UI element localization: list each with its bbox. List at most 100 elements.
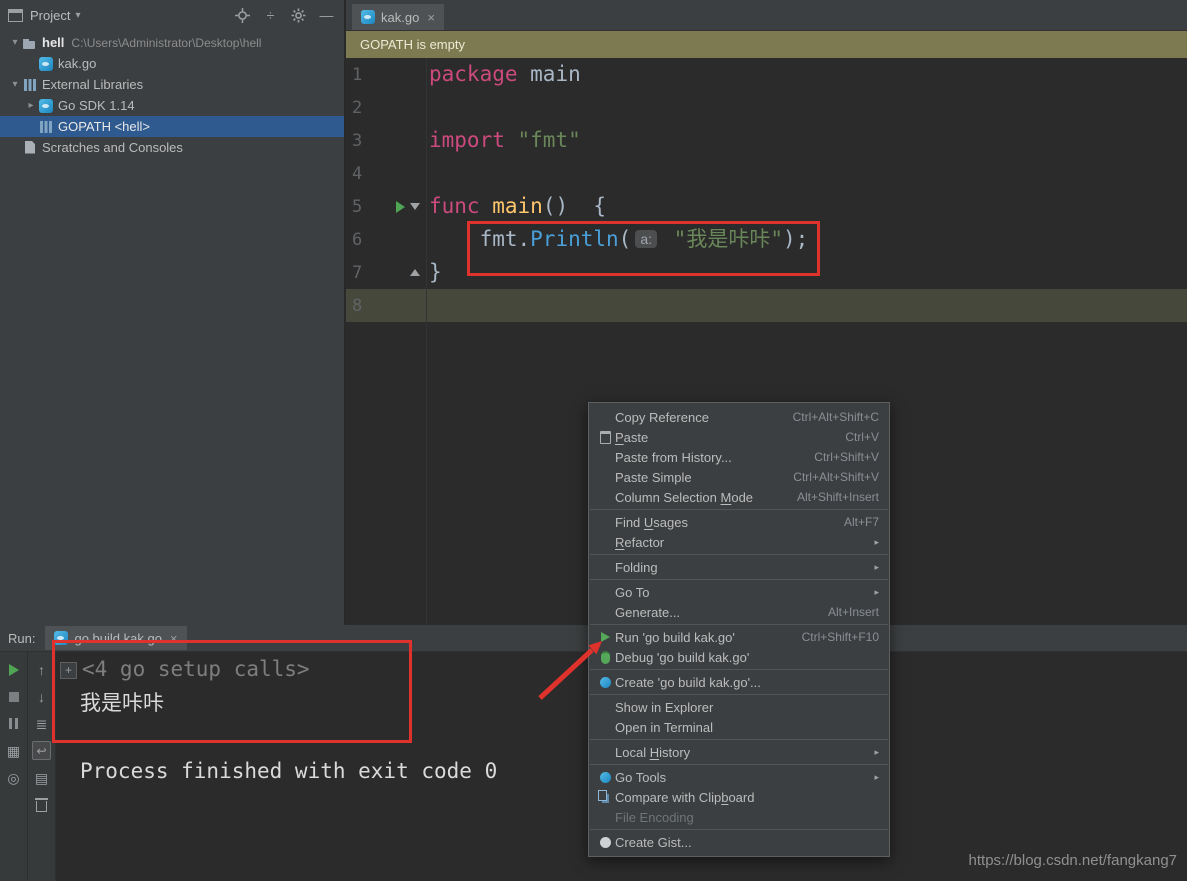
line-number: 3 [352,130,363,151]
menu-separator [590,669,888,670]
run-toolbar-main: ▦ ◎ [0,652,28,881]
tree-item-gopath-hell[interactable]: GOPATH <hell> [0,116,344,137]
run-tab-label: go build kak.go [74,630,162,646]
icon-placeholder [595,744,615,760]
chevron-down-icon[interactable]: ▾ [8,37,22,48]
chevron-right-icon[interactable]: ▸ [24,100,38,111]
tree-item-scratches-and-consoles[interactable]: Scratches and Consoles [0,137,344,158]
line-number: 7 [352,262,363,283]
icon-placeholder [595,489,615,505]
menu-item-column-selection-mode[interactable]: Column Selection Mode Alt+Shift+Insert [589,487,889,507]
code-line-5[interactable]: 5 func main() { [346,190,1187,223]
menu-item-label: Open in Terminal [615,719,714,735]
menu-item-run-go-build-kak-go[interactable]: Run 'go build kak.go' Ctrl+Shift+F10 [589,627,889,647]
submenu-arrow-icon: ▸ [874,561,879,572]
menu-item-go-to[interactable]: Go To ▸ [589,582,889,602]
code-text: func main() { [429,190,606,223]
menu-item-shortcut: Alt+Shift+Insert [796,490,879,504]
project-panel: Project ▾ ÷ — ▾ hell C:\Users\Administrator… [0,0,345,625]
menu-item-label: Copy Reference [615,409,709,425]
rerun-icon[interactable] [4,660,23,679]
editor-tab-kak-go[interactable]: kak.go × [352,4,444,30]
menu-separator [590,624,888,625]
submenu-arrow-icon: ▸ [874,771,879,782]
code-line-2[interactable]: 2 [346,91,1187,124]
tree-item-go-sdk-1-14[interactable]: ▸ Go SDK 1.14 [0,95,344,116]
line-number: 6 [352,229,363,250]
run-main-icon[interactable] [396,200,405,213]
code-line-6[interactable]: 6 fmt.Println(a: "我是咔咔"); [346,223,1187,256]
up-icon[interactable]: ↑ [32,660,51,679]
fold-marker-icon[interactable] [410,269,420,276]
menu-item-find-usages[interactable]: Find Usages Alt+F7 [589,512,889,532]
menu-item-go-tools[interactable]: Go Tools ▸ [589,767,889,787]
stop-icon[interactable] [4,687,23,706]
banner-text: GOPATH is empty [360,37,465,52]
print-icon[interactable]: ▤ [32,768,51,787]
icon-placeholder [595,409,615,425]
go-icon [595,769,615,785]
tree-item-label: hell [42,35,65,50]
ide-window: Project ▾ ÷ — ▾ hell C:\Users\Administrator… [0,0,1187,881]
gutter [384,269,426,276]
menu-item-paste[interactable]: Paste Ctrl+V [589,427,889,447]
collapse-all-icon[interactable]: ÷ [261,6,280,25]
fold-marker-icon[interactable] [410,203,420,210]
soft-wrap-icon[interactable]: ↩ [32,741,51,760]
menu-item-open-in-terminal[interactable]: Open in Terminal [589,717,889,737]
icon-placeholder [595,469,615,485]
grid-icon[interactable]: ▦ [4,741,23,760]
menu-item-shortcut: Alt+Insert [827,605,879,619]
debug-icon [595,649,615,665]
menu-item-debug-go-build-kak-go[interactable]: Debug 'go build kak.go' [589,647,889,667]
console-fold-icon[interactable]: + [60,661,77,679]
menu-item-folding[interactable]: Folding ▸ [589,557,889,577]
pause-icon[interactable] [4,714,23,733]
settings-icon[interactable] [289,6,308,25]
menu-item-paste-from-history[interactable]: Paste from History... Ctrl+Shift+V [589,447,889,467]
down-icon[interactable]: ↓ [32,687,51,706]
token: ( [618,227,632,251]
menu-separator [590,764,888,765]
code-line-1[interactable]: 1 package main [346,58,1187,91]
project-view-selector[interactable]: Project ▾ [30,8,81,23]
menu-item-refactor[interactable]: Refactor ▸ [589,532,889,552]
chevron-down-icon[interactable]: ▾ [8,79,22,90]
tree-item-hell[interactable]: ▾ hell C:\Users\Administrator\Desktop\hell [0,32,344,53]
pin-icon[interactable]: ◎ [4,768,23,787]
trash-icon[interactable] [32,795,51,814]
code-text: fmt.Println(a: "我是咔咔"); [429,223,809,256]
project-toolbar-icons: ÷ — [233,6,336,25]
hide-icon[interactable]: — [317,6,336,25]
token: func [429,194,480,218]
paste-icon [595,429,615,445]
menu-item-paste-simple[interactable]: Paste Simple Ctrl+Alt+Shift+V [589,467,889,487]
menu-item-compare-with-clipboard[interactable]: Compare with Clipboard [589,787,889,807]
console-menu-icon[interactable]: ≣ [32,714,51,733]
gist-icon [595,834,615,850]
menu-separator [590,829,888,830]
icon-placeholder [595,514,615,530]
run-tab-go-build[interactable]: go build kak.go × [45,626,187,650]
tree-item-external-libraries[interactable]: ▾ External Libraries [0,74,344,95]
code-line-7[interactable]: 7} [346,256,1187,289]
close-tab-icon[interactable]: × [427,10,435,25]
menu-item-generate[interactable]: Generate... Alt+Insert [589,602,889,622]
menu-item-create-go-build-kak-go[interactable]: Create 'go build kak.go'... [589,672,889,692]
menu-item-show-in-explorer[interactable]: Show in Explorer [589,697,889,717]
close-run-tab-icon[interactable]: × [170,631,178,646]
tree-item-kak-go[interactable]: kak.go [0,53,344,74]
menu-item-copy-reference[interactable]: Copy Reference Ctrl+Alt+Shift+C [589,407,889,427]
code-line-3[interactable]: 3 import "fmt" [346,124,1187,157]
menu-item-create-gist[interactable]: Create Gist... [589,832,889,852]
scratches-icon [22,140,38,156]
code-line-4[interactable]: 4 [346,157,1187,190]
icon-placeholder [595,449,615,465]
code-line-8[interactable]: 8 [346,289,1187,322]
code-text: package main [429,58,581,91]
menu-item-local-history[interactable]: Local History ▸ [589,742,889,762]
line-number: 4 [352,163,363,184]
locate-icon[interactable] [233,6,252,25]
menu-item-label: Local History [615,744,691,760]
